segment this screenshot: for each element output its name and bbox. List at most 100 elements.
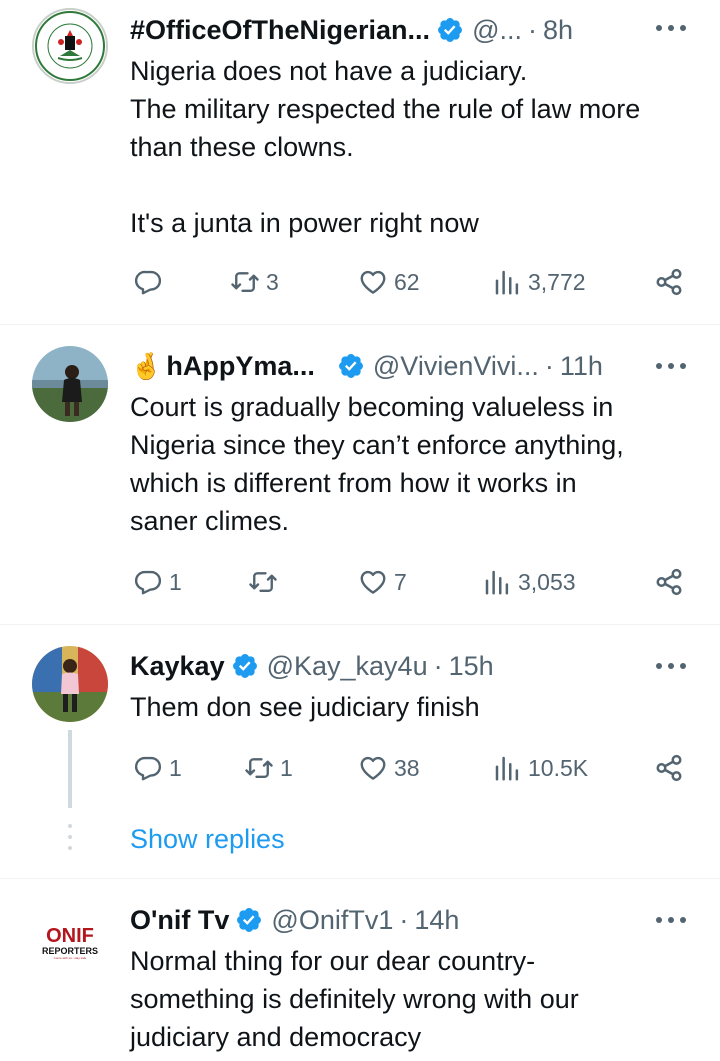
views-button[interactable]: 10.5K bbox=[492, 748, 588, 788]
timestamp[interactable]: 14h bbox=[414, 905, 459, 936]
more-options-icon[interactable] bbox=[656, 913, 686, 927]
tweet-text: Normal thing for our dear country- somet… bbox=[130, 942, 700, 1056]
like-button[interactable]: 7 bbox=[358, 562, 407, 602]
user-handle[interactable]: @OnifTv1 bbox=[271, 905, 393, 936]
views-button[interactable]: 3,772 bbox=[492, 262, 586, 302]
tweet-text-blank-line bbox=[130, 166, 700, 204]
reply-count: 1 bbox=[169, 568, 182, 595]
share-button[interactable] bbox=[654, 748, 684, 788]
like-icon bbox=[358, 753, 388, 783]
divider bbox=[0, 878, 720, 879]
user-handle[interactable]: @VivienVivi... bbox=[373, 351, 539, 382]
avatar[interactable] bbox=[32, 346, 108, 422]
profile-photo bbox=[32, 646, 108, 722]
like-count: 7 bbox=[394, 568, 407, 595]
name-emoji: 🤞 bbox=[130, 350, 163, 381]
share-button[interactable] bbox=[654, 262, 684, 302]
tweet-text-line: something is definitely wrong with our bbox=[130, 984, 579, 1014]
tweet-text: Nigeria does not have a judiciary. The m… bbox=[130, 52, 700, 242]
tweet-text-line: saner climes. bbox=[130, 506, 290, 536]
separator-dot: · bbox=[527, 14, 537, 45]
share-button[interactable] bbox=[654, 562, 684, 602]
tweet-text-line: judiciary and democracy bbox=[130, 1022, 422, 1052]
display-name[interactable]: #OfficeOfTheNigerian... bbox=[130, 15, 430, 46]
retweet-button[interactable]: 3 bbox=[230, 262, 279, 302]
onif-logo-subtext: REPORTERS bbox=[41, 946, 98, 956]
action-bar: 3 62 3,772 bbox=[130, 262, 720, 302]
views-icon bbox=[492, 753, 522, 783]
tweet-text: Them don see judiciary finish bbox=[130, 688, 700, 726]
action-bar: 1 7 3,053 bbox=[130, 562, 720, 602]
more-options-icon[interactable] bbox=[656, 359, 686, 373]
reply-icon bbox=[133, 267, 163, 297]
display-name[interactable]: hAppYma... bbox=[166, 351, 315, 382]
action-bar: 1 1 38 10.5K bbox=[130, 748, 720, 788]
separator-dot: · bbox=[544, 350, 554, 381]
views-count: 3,772 bbox=[528, 268, 586, 295]
timestamp[interactable]: 15h bbox=[449, 651, 494, 682]
reply-icon bbox=[133, 567, 163, 597]
user-handle[interactable]: @Kay_kay4u bbox=[267, 651, 428, 682]
reply-button[interactable]: 1 bbox=[133, 562, 182, 602]
show-replies-link[interactable]: Show replies bbox=[130, 824, 285, 855]
views-button[interactable]: 3,053 bbox=[482, 562, 576, 602]
retweet-button[interactable]: 1 bbox=[244, 748, 293, 788]
separator-dot: · bbox=[433, 650, 443, 681]
views-icon bbox=[492, 267, 522, 297]
like-count: 62 bbox=[394, 268, 420, 295]
share-icon bbox=[654, 267, 684, 297]
like-count: 38 bbox=[394, 754, 420, 781]
like-icon bbox=[358, 267, 388, 297]
display-name[interactable]: O'nif Tv bbox=[130, 905, 229, 936]
verified-badge-icon bbox=[337, 352, 365, 380]
avatar[interactable] bbox=[32, 646, 108, 722]
reply-count: 1 bbox=[169, 754, 182, 781]
more-options-icon[interactable] bbox=[656, 659, 686, 673]
retweet-count: 1 bbox=[280, 754, 293, 781]
avatar[interactable]: ONIF REPORTERS Come with us...stay safe bbox=[32, 900, 108, 976]
retweet-icon bbox=[248, 567, 278, 597]
tweet-text-line: Nigeria does not have a judiciary. bbox=[130, 56, 528, 86]
tweet-text-line: Normal thing for our dear country- bbox=[130, 946, 536, 976]
tweet-text-line: Court is gradually becoming valueless in bbox=[130, 392, 614, 422]
profile-photo bbox=[32, 346, 108, 422]
tweet-text-line: Nigeria since they can’t enforce anythin… bbox=[130, 430, 624, 460]
reply-button[interactable] bbox=[133, 262, 169, 302]
verified-badge-icon bbox=[231, 652, 259, 680]
like-button[interactable]: 62 bbox=[358, 262, 420, 302]
divider bbox=[0, 624, 720, 625]
like-button[interactable]: 38 bbox=[358, 748, 420, 788]
retweet-icon bbox=[244, 753, 274, 783]
views-count: 10.5K bbox=[528, 754, 589, 781]
separator-dot: · bbox=[399, 904, 409, 935]
reply-button[interactable]: 1 bbox=[133, 748, 182, 788]
verified-badge-icon bbox=[235, 906, 263, 934]
share-icon bbox=[654, 567, 684, 597]
like-icon bbox=[358, 567, 388, 597]
user-handle[interactable]: @... bbox=[472, 15, 522, 46]
thread-dots bbox=[68, 824, 72, 857]
timestamp[interactable]: 8h bbox=[543, 15, 573, 46]
onif-logo-text: ONIF bbox=[46, 925, 94, 947]
coat-of-arms-logo bbox=[35, 11, 105, 81]
timestamp[interactable]: 11h bbox=[560, 351, 603, 382]
tweet-text-line: Them don see judiciary finish bbox=[130, 692, 480, 722]
share-icon bbox=[654, 753, 684, 783]
divider bbox=[0, 324, 720, 325]
verified-badge-icon bbox=[436, 16, 464, 44]
display-name[interactable]: Kaykay bbox=[130, 651, 225, 682]
views-icon bbox=[482, 567, 512, 597]
tweet-text-line: which is different from how it works in bbox=[130, 468, 577, 498]
views-count: 3,053 bbox=[518, 568, 576, 595]
tweet-text: Court is gradually becoming valueless in… bbox=[130, 388, 700, 540]
tweet-text-line: It's a junta in power right now bbox=[130, 208, 479, 238]
tweet-text-line: The military respected the rule of law m… bbox=[130, 94, 641, 124]
reply-icon bbox=[133, 753, 163, 783]
onif-logo-tagline: Come with us...stay safe bbox=[53, 956, 87, 960]
more-options-icon[interactable] bbox=[656, 21, 686, 35]
retweet-button[interactable] bbox=[248, 562, 284, 602]
thread-line bbox=[68, 730, 72, 808]
avatar[interactable] bbox=[32, 8, 108, 84]
retweet-icon bbox=[230, 267, 260, 297]
tweet-text-line: than these clowns. bbox=[130, 132, 354, 162]
